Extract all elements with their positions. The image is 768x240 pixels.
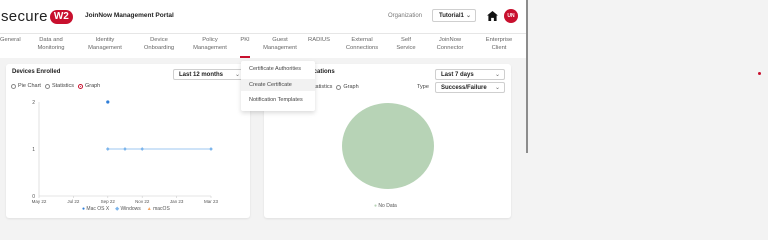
nav-item-external-connections[interactable]: External Connections [340, 37, 384, 52]
organization-select[interactable]: Tutorial1 ⌄ [432, 9, 476, 22]
logo-badge: W2 [49, 10, 73, 24]
type-label: Type [417, 84, 429, 90]
chart-legend: ● Mac OS X ◆ Windows ▲ macOS [82, 206, 176, 212]
data-point [140, 147, 145, 151]
logo-text: secure [1, 8, 48, 25]
data-point [209, 147, 213, 151]
data-point [123, 147, 127, 151]
pie-legend: ● No Data [374, 203, 403, 209]
chart-mode-radios: Pie Chart Statistics Graph [11, 83, 104, 89]
x-tick-label: Nov 22 [135, 199, 150, 204]
auth-type-select[interactable]: Success/Failure ⌄ [435, 82, 505, 93]
nav-item-general[interactable]: General [0, 37, 21, 45]
nav-item-enterprise-client[interactable]: Enterprise Client [480, 37, 518, 52]
home-icon[interactable] [487, 11, 498, 21]
nav-item-device-onboarding[interactable]: Device Onboarding [138, 37, 180, 52]
nav-item-identity-management[interactable]: Identity Management [83, 37, 127, 52]
x-tick-label: Mar 23 [204, 199, 219, 204]
y-tick-label: 1 [32, 147, 35, 153]
authentications-title: ications [312, 69, 335, 75]
menu-item-notification-templates[interactable]: Notification Templates [249, 97, 303, 103]
radio-graph-label: Graph [84, 83, 101, 89]
organization-value: Tutorial1 [439, 13, 464, 19]
x-tick-label: May 22 [32, 199, 47, 204]
radio-statistics-label: Statistics [51, 83, 74, 89]
organization-label: Organization [388, 13, 423, 19]
nav-item-radius[interactable]: RADIUS [306, 37, 332, 45]
no-data-label: ● No Data [374, 203, 397, 209]
nav-item-pki[interactable]: PKI [237, 37, 253, 45]
y-tick-label: 2 [32, 100, 35, 106]
devices-enrolled-card: Devices Enrolled Last 12 months ⌄ Pie Ch… [6, 64, 250, 218]
x-tick-label: Jul 22 [67, 199, 80, 204]
portal-title: JoinNow Management Portal [85, 12, 174, 19]
nav-item-self-service[interactable]: Self Service [392, 37, 420, 52]
radio-pie-chart[interactable] [11, 83, 16, 89]
nav-item-data-monitoring[interactable]: Data and Monitoring [31, 37, 71, 52]
radio-statistics-label: tatistics [314, 84, 333, 90]
chevron-down-icon: ⌄ [494, 72, 500, 78]
pki-dropdown-menu: Certificate Authorities Create Certifica… [241, 61, 315, 111]
devices-period-value: Last 12 months [179, 72, 224, 78]
legend-item-macosx[interactable]: ● Mac OS X [82, 206, 109, 212]
pie-chart [342, 103, 434, 189]
auth-type-value: Success/Failure [441, 85, 487, 91]
radio-graph[interactable] [77, 83, 83, 89]
auth-chart-mode-radios: tatistics Graph [314, 84, 363, 90]
x-tick-label: Sep 22 [101, 199, 116, 204]
legend-item-macos[interactable]: ▲ macOS [147, 206, 170, 212]
menu-item-certificate-authorities[interactable]: Certificate Authorities [249, 66, 301, 72]
indicator-dot [758, 72, 761, 75]
radio-pie-chart-label: Pie Chart [18, 83, 41, 89]
avatar[interactable]: UN [504, 9, 518, 23]
nav-active-indicator [240, 56, 250, 58]
auth-period-value: Last 7 days [441, 72, 474, 78]
data-point [106, 100, 110, 104]
main-nav: General Data and Monitoring Identity Man… [0, 34, 526, 58]
radio-statistics[interactable] [44, 83, 50, 89]
devices-period-select[interactable]: Last 12 months ⌄ [173, 69, 245, 80]
radio-graph[interactable] [336, 84, 342, 90]
auth-period-select[interactable]: Last 7 days ⌄ [435, 69, 505, 80]
devices-enrolled-title: Devices Enrolled [12, 69, 61, 75]
nav-item-guest-management[interactable]: Guest Management [258, 37, 302, 52]
menu-item-create-certificate[interactable]: Create Certificate [241, 79, 315, 91]
logo[interactable]: secure W2 [1, 8, 73, 26]
nav-item-joinnow-connector[interactable]: JoinNow Connector [430, 37, 470, 52]
nav-item-policy-management[interactable]: Policy Management [188, 37, 232, 52]
x-tick-label: Jan 23 [170, 199, 184, 204]
chevron-down-icon: ⌄ [465, 13, 471, 19]
chevron-down-icon: ⌄ [234, 72, 240, 78]
chevron-down-icon: ⌄ [494, 85, 500, 91]
radio-graph-label: Graph [343, 84, 359, 90]
data-point [105, 147, 110, 151]
vertical-scrollbar[interactable] [526, 0, 528, 153]
devices-line-chart: 012May 22 Jul 22 Sep 22 Nov 22 Jan 23 Mar 23 [32, 100, 219, 204]
legend-item-windows[interactable]: ◆ Windows [115, 206, 141, 212]
top-bar: secure W2 JoinNow Management Portal Orga… [0, 0, 526, 34]
